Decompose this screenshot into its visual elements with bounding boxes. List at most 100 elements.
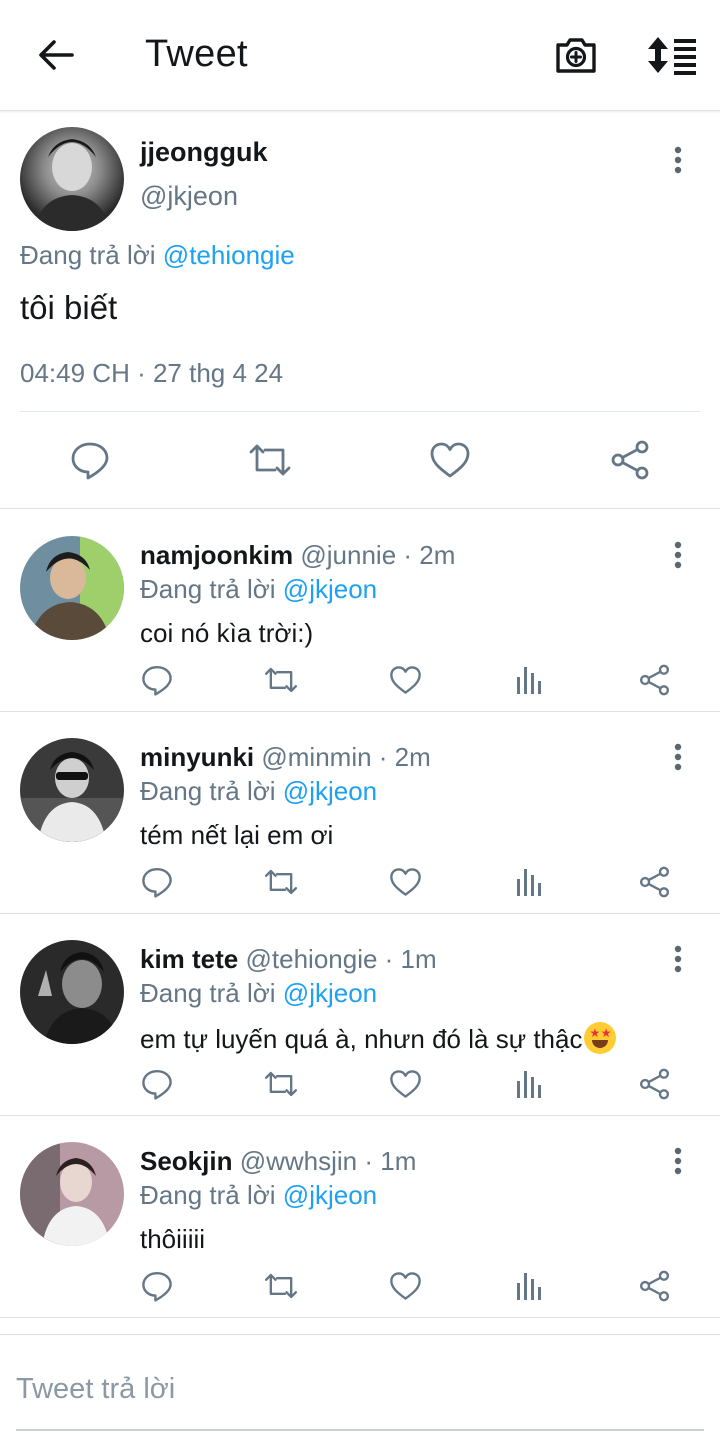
user-handle[interactable]: @junnie <box>300 540 396 570</box>
analytics-button[interactable] <box>510 1266 550 1306</box>
retweet-button[interactable] <box>245 433 295 487</box>
relative-time: · 2m <box>396 540 456 570</box>
replying-to-line: Đang trả lời @jkjeon <box>140 1180 377 1211</box>
analytics-button[interactable] <box>510 660 550 700</box>
like-button[interactable] <box>425 433 475 487</box>
display-name[interactable]: kim tete <box>140 944 238 974</box>
mention-link[interactable]: @jkjeon <box>283 776 377 806</box>
reply-tweet[interactable]: namjoonkim @junnie · 2m Đang trả lời @jk… <box>0 510 720 712</box>
share-icon <box>611 440 649 480</box>
main-tweet: jjeongguk @jkjeon Đang trả lời @tehiongi… <box>0 111 720 509</box>
retweet-button[interactable] <box>261 862 301 902</box>
tweet-header: Seokjin @wwhsjin · 1m <box>140 1146 416 1177</box>
reply-button[interactable] <box>137 1064 177 1104</box>
share-button[interactable] <box>634 1266 674 1306</box>
mention-link[interactable]: @jkjeon <box>283 1180 377 1210</box>
tweet-text-content: coi nó kìa trời:) <box>140 618 314 648</box>
retweet-button[interactable] <box>261 1266 301 1306</box>
mention-link[interactable]: @jkjeon <box>283 574 377 604</box>
user-handle[interactable]: @wwhsjin <box>240 1146 357 1176</box>
retweet-icon <box>264 667 298 693</box>
analytics-icon <box>517 869 541 896</box>
tweet-text: tôi biết <box>20 289 118 326</box>
display-name[interactable]: minyunki <box>140 742 254 772</box>
like-button[interactable] <box>385 862 425 902</box>
tweet-action-bar <box>0 862 720 902</box>
retweet-button[interactable] <box>261 660 301 700</box>
display-name[interactable]: namjoonkim <box>140 540 293 570</box>
avatar[interactable] <box>20 738 124 842</box>
divider <box>20 411 700 412</box>
reply-button[interactable] <box>137 660 177 700</box>
reply-tweet[interactable]: minyunki @minmin · 2m Đang trả lời @jkje… <box>0 712 720 914</box>
reply-input[interactable] <box>16 1349 704 1431</box>
replying-to-line: Đang trả lời @tehiongie <box>20 240 295 271</box>
analytics-button[interactable] <box>510 862 550 902</box>
user-handle[interactable]: @tehiongie <box>246 944 378 974</box>
reply-icon <box>142 1272 172 1302</box>
display-name[interactable]: Seokjin <box>140 1146 232 1176</box>
share-button[interactable] <box>634 660 674 700</box>
avatar-photo <box>34 139 110 231</box>
vertical-dots-icon <box>674 541 682 569</box>
vertical-dots-icon <box>674 743 682 771</box>
tweet-text: tém nết lại em ơi <box>140 820 333 851</box>
retweet-icon <box>264 869 298 895</box>
tweet-header: minyunki @minmin · 2m <box>140 742 431 773</box>
replying-to-line: Đang trả lời @jkjeon <box>140 574 377 605</box>
heart-icon <box>389 1070 421 1098</box>
tweet-action-bar <box>0 1266 720 1306</box>
vertical-dots-icon <box>674 945 682 973</box>
avatar[interactable] <box>20 1142 124 1246</box>
analytics-button[interactable] <box>510 1064 550 1104</box>
replying-prefix: Đang trả lời <box>140 574 276 604</box>
retweet-button[interactable] <box>261 1064 301 1104</box>
reply-button[interactable] <box>137 1266 177 1306</box>
reply-tweet[interactable]: Seokjin @wwhsjin · 1m Đang trả lời @jkje… <box>0 1116 720 1318</box>
avatar[interactable] <box>20 536 124 640</box>
avatar[interactable] <box>20 127 124 231</box>
display-name[interactable]: jjeongguk <box>140 137 268 168</box>
user-handle[interactable]: @minmin <box>261 742 371 772</box>
share-button[interactable] <box>605 433 655 487</box>
back-button[interactable] <box>30 33 82 77</box>
like-button[interactable] <box>385 1266 425 1306</box>
tweet-action-bar <box>0 433 720 487</box>
like-button[interactable] <box>385 660 425 700</box>
more-options-button[interactable] <box>664 145 692 175</box>
sort-button[interactable] <box>644 30 700 80</box>
camera-button[interactable] <box>550 30 602 80</box>
avatar[interactable] <box>20 940 124 1044</box>
more-options-button[interactable] <box>664 1146 692 1176</box>
more-options-button[interactable] <box>664 540 692 570</box>
reply-tweet[interactable]: kim tete @tehiongie · 1m Đang trả lời @j… <box>0 914 720 1116</box>
arrow-left-icon <box>39 40 74 70</box>
reply-button[interactable] <box>65 433 115 487</box>
reply-icon <box>142 868 172 898</box>
tweet-header: namjoonkim @junnie · 2m <box>140 540 455 571</box>
replying-prefix: Đang trả lời <box>20 240 156 270</box>
reply-button[interactable] <box>137 862 177 902</box>
share-icon <box>639 664 669 696</box>
heart-icon <box>430 442 470 478</box>
share-button[interactable] <box>634 862 674 902</box>
relative-time: · 1m <box>357 1146 417 1176</box>
heart-icon <box>389 1272 421 1300</box>
replying-prefix: Đang trả lời <box>140 776 276 806</box>
more-options-button[interactable] <box>664 742 692 772</box>
share-icon <box>639 1270 669 1302</box>
reply-icon <box>142 1070 172 1100</box>
user-handle[interactable]: @jkjeon <box>140 181 238 212</box>
tweet-action-bar <box>0 1064 720 1104</box>
like-button[interactable] <box>385 1064 425 1104</box>
share-button[interactable] <box>634 1064 674 1104</box>
more-options-button[interactable] <box>664 944 692 974</box>
vertical-dots-icon <box>674 1147 682 1175</box>
tweet-text-content: thôiiiii <box>140 1224 206 1254</box>
mention-link[interactable]: @tehiongie <box>163 240 295 270</box>
vertical-dots-icon <box>674 146 682 174</box>
reply-composer <box>0 1334 720 1434</box>
analytics-icon <box>517 667 541 694</box>
mention-link[interactable]: @jkjeon <box>283 978 377 1008</box>
tweet-text: thôiiiii <box>140 1224 205 1255</box>
